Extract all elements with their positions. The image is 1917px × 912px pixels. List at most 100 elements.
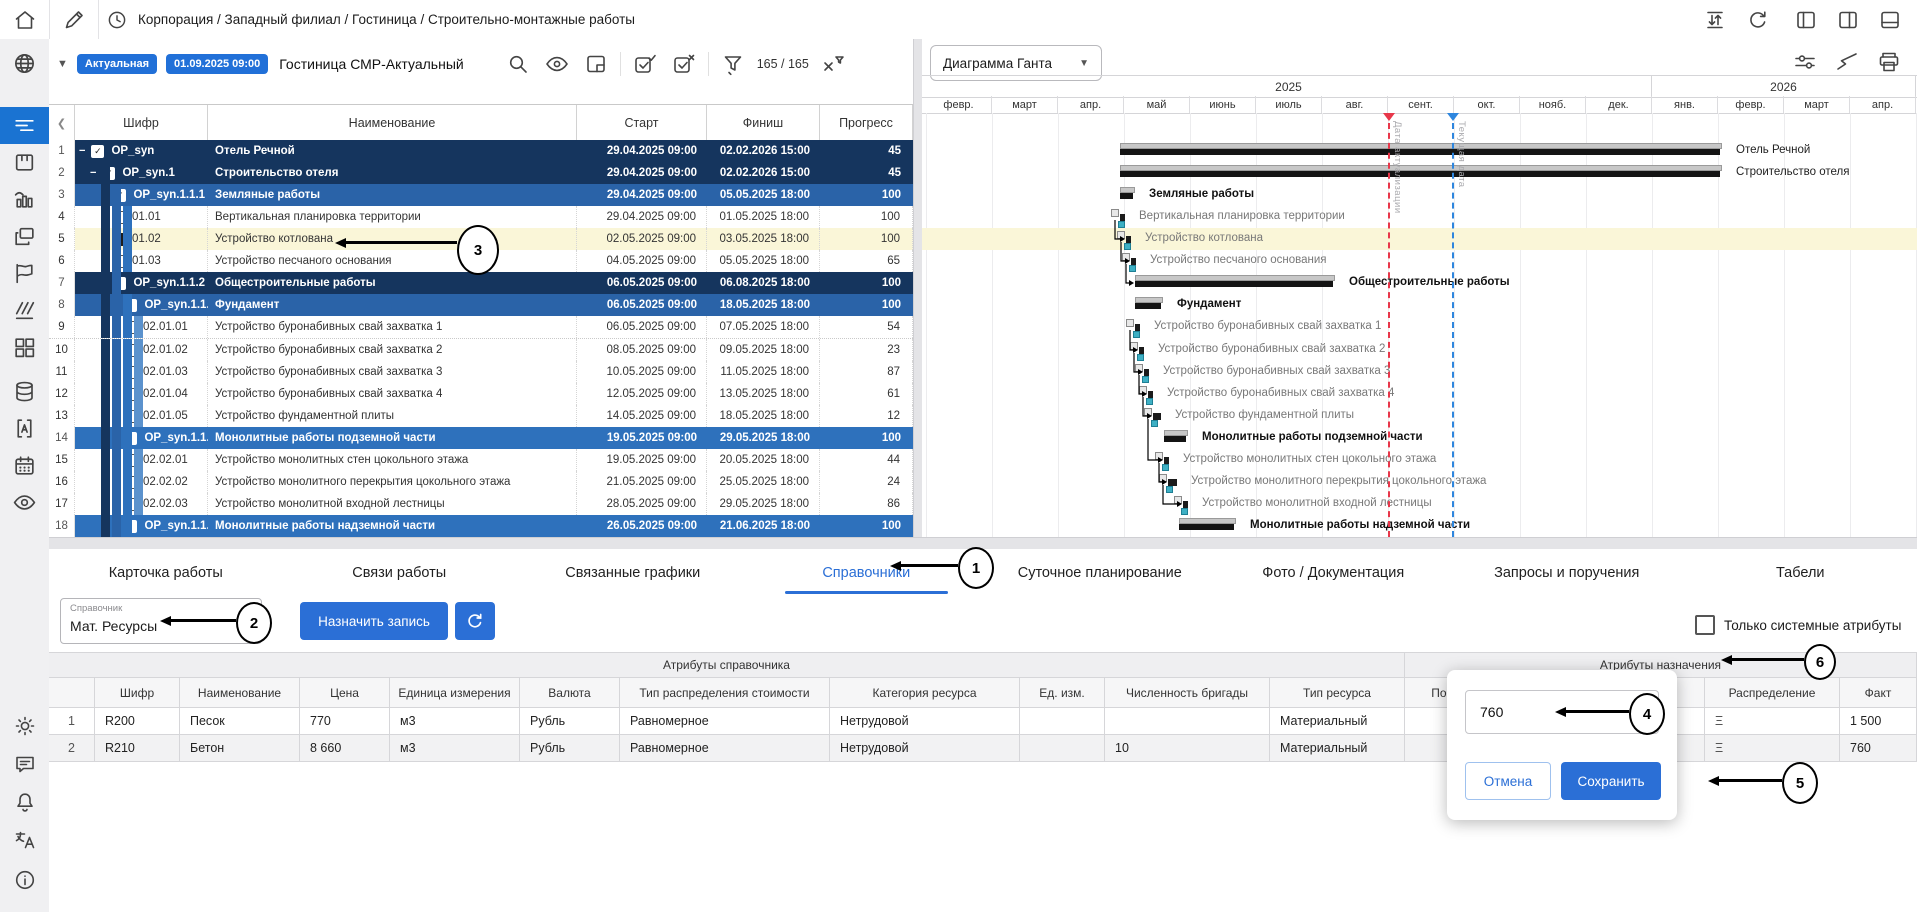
ref-cell[interactable]: 1 500 xyxy=(1840,708,1917,735)
check-all-icon[interactable] xyxy=(630,49,660,79)
swap-vertical-button[interactable] xyxy=(1695,4,1735,35)
search-icon[interactable] xyxy=(503,49,533,79)
refresh-icon[interactable] xyxy=(1738,4,1778,35)
grid-row-14[interactable]: 14−OP_syn.1.1.2.Монолитные работы подзем… xyxy=(49,427,913,449)
panel-left-icon[interactable] xyxy=(1786,4,1826,35)
ref-cell[interactable]: Рубль xyxy=(520,708,620,735)
tab-8[interactable]: Табели xyxy=(1684,551,1917,595)
ref-cell[interactable]: Нетрудовой xyxy=(830,735,1020,762)
grid-row-8[interactable]: 8−OP_syn.1.1.2.Фундамент06.05.2025 09:00… xyxy=(49,294,913,316)
ref-column-header[interactable]: Тип ресурса xyxy=(1270,678,1405,708)
edit-button[interactable] xyxy=(49,0,99,39)
cancel-button[interactable]: Отмена xyxy=(1465,762,1551,800)
grid-row-7[interactable]: 7−OP_syn.1.1.2Общестроительные работы06.… xyxy=(49,272,913,294)
sidebar-item-bell[interactable] xyxy=(0,783,49,820)
grid-collapse-chevron[interactable]: ❮ xyxy=(49,105,75,141)
sidebar-item-globe[interactable] xyxy=(0,45,49,82)
ref-column-header[interactable]: Категория ресурса xyxy=(830,678,1020,708)
uncheck-all-icon[interactable] xyxy=(669,49,699,79)
home-button[interactable] xyxy=(0,0,50,39)
grid-row-17[interactable]: 1702.02.03Устройство монолитной входной … xyxy=(49,493,913,516)
sidebar-item-calendar[interactable] xyxy=(0,447,49,484)
sidebar-item-flag[interactable] xyxy=(0,255,49,292)
grid-column-header[interactable]: Старт xyxy=(577,105,707,141)
panel-bottom-icon[interactable] xyxy=(1870,4,1910,35)
ref-column-header[interactable]: Валюта xyxy=(520,678,620,708)
ref-cell[interactable]: м3 xyxy=(390,735,520,762)
sidebar-item-windows[interactable] xyxy=(0,218,49,255)
panel-split-icon[interactable] xyxy=(1828,4,1868,35)
sliders-icon[interactable] xyxy=(1792,49,1818,75)
distribution-icon[interactable]: Ξ xyxy=(1705,735,1840,762)
assign-record-button[interactable]: Назначить запись xyxy=(300,602,448,640)
ref-column-header[interactable]: Распределение xyxy=(1705,678,1840,708)
grid-row-11[interactable]: 1102.01.03Устройство буронабивных свай з… xyxy=(49,361,913,384)
tab-1[interactable]: Карточка работы xyxy=(49,551,283,595)
grid-row-1[interactable]: 1−✓OP_synОтель Речной29.04.2025 09:0002.… xyxy=(49,140,913,162)
tab-7[interactable]: Запросы и поручения xyxy=(1450,551,1684,595)
grid-row-15[interactable]: 1502.02.01Устройство монолитных стен цок… xyxy=(49,449,913,472)
grid-row-13[interactable]: 1302.01.05Устройство фундаментной плиты1… xyxy=(49,405,913,428)
grid-column-header[interactable]: Прогресс xyxy=(820,105,913,141)
ref-cell[interactable]: Материальный xyxy=(1270,708,1405,735)
grid-column-header[interactable]: Наименование xyxy=(208,105,577,141)
only-system-attributes-checkbox[interactable]: Только системные атрибуты xyxy=(1695,615,1901,635)
sidebar-item-hatch[interactable] xyxy=(0,292,49,329)
ref-cell[interactable]: Равномерное xyxy=(620,735,830,762)
ref-column-header[interactable]: Численность бригады xyxy=(1105,678,1270,708)
grid-row-9[interactable]: 902.01.01Устройство буронабивных свай за… xyxy=(49,316,913,339)
grid-row-2[interactable]: 2−✓OP_syn.1Строительство отеля29.04.2025… xyxy=(49,162,913,184)
grid-column-header[interactable]: Шифр xyxy=(75,105,208,141)
ref-cell[interactable]: Нетрудовой xyxy=(830,708,1020,735)
sidebar-item-brightness[interactable] xyxy=(0,707,49,744)
sidebar-item-translate[interactable] xyxy=(0,821,49,858)
ref-cell[interactable]: R200 xyxy=(95,708,180,735)
sidebar-item-kanban[interactable] xyxy=(0,144,49,181)
clear-filter-icon[interactable] xyxy=(818,49,848,79)
printer-icon[interactable] xyxy=(1876,49,1902,75)
ref-cell[interactable]: 770 xyxy=(300,708,390,735)
refresh-button[interactable] xyxy=(455,602,495,640)
ref-cell[interactable]: 760 xyxy=(1840,735,1917,762)
sidebar-item-eye[interactable] xyxy=(0,484,49,521)
ref-column-header[interactable]: Наименование xyxy=(180,678,300,708)
ref-cell[interactable] xyxy=(1105,708,1270,735)
sidebar-item-chat[interactable] xyxy=(0,745,49,782)
tab-3[interactable]: Связанные графики xyxy=(516,551,750,595)
eye-icon[interactable] xyxy=(542,49,572,79)
sidebar-item-chart[interactable] xyxy=(0,181,49,218)
tab-5[interactable]: Суточное планирование xyxy=(983,551,1217,595)
ref-cell[interactable]: Материальный xyxy=(1270,735,1405,762)
tab-4[interactable]: Справочники xyxy=(750,551,984,595)
grid-row-3[interactable]: 3−✓OP_syn.1.1.1Земляные работы29.04.2025… xyxy=(49,184,913,206)
sidebar-item-attribute[interactable] xyxy=(0,410,49,447)
grid-column-header[interactable]: Финиш xyxy=(707,105,820,141)
ref-cell[interactable]: 10 xyxy=(1105,735,1270,762)
sidebar-item-apps-grid[interactable] xyxy=(0,329,49,366)
tab-2[interactable]: Связи работы xyxy=(283,551,517,595)
grid-row-16[interactable]: 1602.02.02Устройство монолитного перекры… xyxy=(49,471,913,494)
grid-row-12[interactable]: 1202.01.04Устройство буронабивных свай з… xyxy=(49,383,913,406)
ref-cell[interactable]: Песок xyxy=(180,708,300,735)
ref-column-header[interactable]: Единица измерения xyxy=(390,678,520,708)
ref-cell[interactable]: Бетон xyxy=(180,735,300,762)
layout-columns-icon[interactable] xyxy=(581,49,611,79)
sidebar-item-info[interactable] xyxy=(0,861,49,898)
tab-6[interactable]: Фото / Документация xyxy=(1217,551,1451,595)
distribution-icon[interactable]: Ξ xyxy=(1705,708,1840,735)
ref-cell[interactable]: 8 660 xyxy=(300,735,390,762)
ref-column-header[interactable]: Тип распределения стоимости xyxy=(620,678,830,708)
ref-cell[interactable]: Равномерное xyxy=(620,708,830,735)
ref-cell[interactable]: Рубль xyxy=(520,735,620,762)
clock-icon[interactable] xyxy=(106,9,128,31)
save-button[interactable]: Сохранить xyxy=(1561,762,1661,800)
grid-row-18[interactable]: 18−OP_syn.1.1.2.Монолитные работы надзем… xyxy=(49,515,913,537)
sidebar-item-database[interactable] xyxy=(0,373,49,410)
ref-cell[interactable]: R210 xyxy=(95,735,180,762)
ref-cell[interactable] xyxy=(1020,708,1105,735)
filter-icon[interactable] xyxy=(718,49,748,79)
flow-icon[interactable] xyxy=(1834,49,1860,75)
ref-column-header[interactable]: Факт xyxy=(1840,678,1917,708)
chevron-down-icon[interactable]: ▼ xyxy=(57,58,68,70)
sidebar-item-schedule-list[interactable] xyxy=(0,107,49,144)
